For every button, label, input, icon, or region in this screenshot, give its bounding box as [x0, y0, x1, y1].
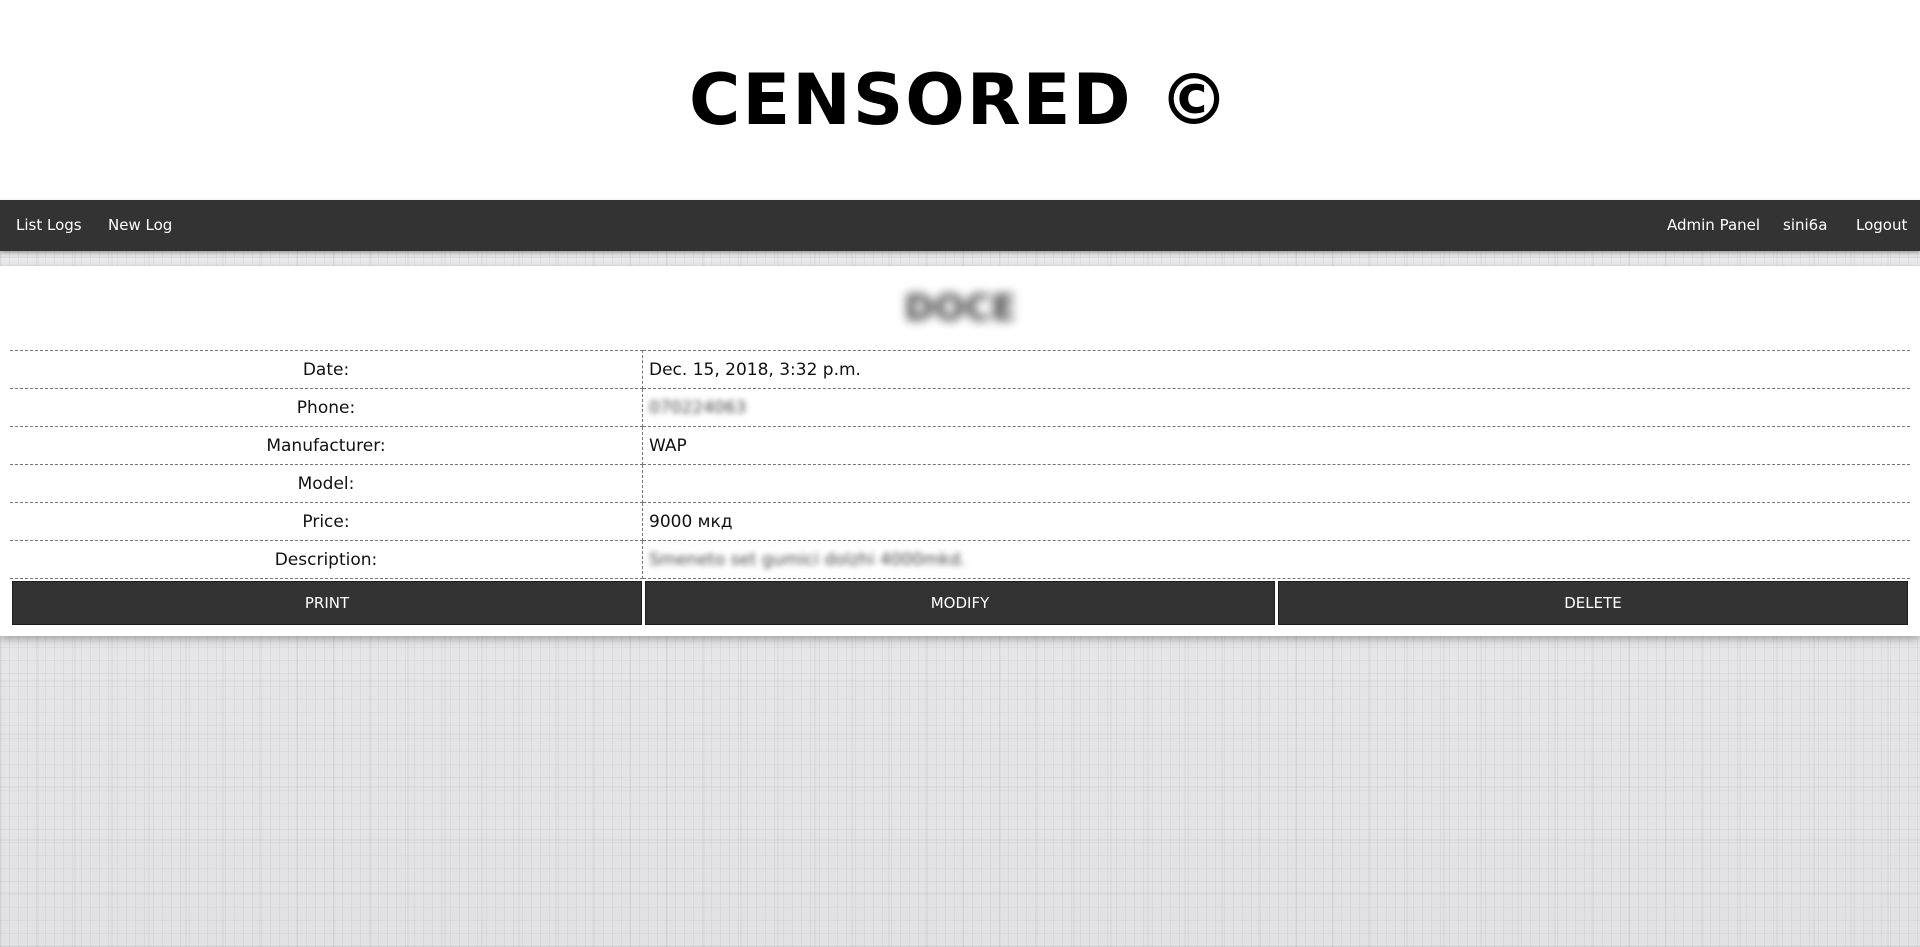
- nav-admin-panel-link[interactable]: Admin Panel: [1667, 200, 1760, 251]
- table-row-date: Date: Dec. 15, 2018, 3:32 p.m.: [10, 350, 1910, 389]
- nav-list-logs-link[interactable]: List Logs: [16, 200, 82, 251]
- manufacturer-value: WAP: [642, 426, 1910, 465]
- navbar: List Logs New Log Admin Panel sini6a Log…: [0, 200, 1920, 251]
- table-row-description: Description: Smeneto set gumici dolzhi 4…: [10, 540, 1910, 579]
- table-row-price: Price: 9000 мкд: [10, 502, 1910, 541]
- print-button[interactable]: PRINT: [12, 581, 642, 625]
- nav-user-link[interactable]: sini6a: [1783, 200, 1827, 251]
- table-row-phone: Phone: 070224063: [10, 388, 1910, 427]
- log-detail-card: DOCE Date: Dec. 15, 2018, 3:32 p.m. Phon…: [0, 266, 1920, 636]
- site-header: CENSORED ©: [0, 0, 1920, 200]
- table-row-manufacturer: Manufacturer: WAP: [10, 426, 1910, 465]
- phone-value: 070224063: [642, 388, 1910, 427]
- record-title: DOCE: [904, 288, 1016, 329]
- nav-logout-link[interactable]: Logout: [1856, 200, 1907, 251]
- site-title: CENSORED ©: [689, 59, 1231, 141]
- price-label: Price:: [10, 502, 643, 541]
- delete-button[interactable]: DELETE: [1278, 581, 1908, 625]
- date-label: Date:: [10, 350, 643, 389]
- model-label: Model:: [10, 464, 643, 503]
- nav-new-log-link[interactable]: New Log: [108, 200, 172, 251]
- action-buttons: PRINT MODIFY DELETE: [12, 581, 1908, 625]
- description-value-text: Smeneto set gumici dolzhi 4000mkd.: [649, 549, 966, 570]
- modify-button[interactable]: MODIFY: [645, 581, 1275, 625]
- price-value: 9000 мкд: [642, 502, 1910, 541]
- log-details-table: Date: Dec. 15, 2018, 3:32 p.m. Phone: 07…: [10, 350, 1910, 579]
- model-value: [642, 464, 1910, 503]
- table-row-model: Model:: [10, 464, 1910, 503]
- phone-label: Phone:: [10, 388, 643, 427]
- manufacturer-label: Manufacturer:: [10, 426, 643, 465]
- phone-value-text: 070224063: [649, 397, 747, 418]
- description-label: Description:: [10, 540, 643, 579]
- date-value: Dec. 15, 2018, 3:32 p.m.: [642, 350, 1910, 389]
- description-value: Smeneto set gumici dolzhi 4000mkd.: [642, 540, 1910, 579]
